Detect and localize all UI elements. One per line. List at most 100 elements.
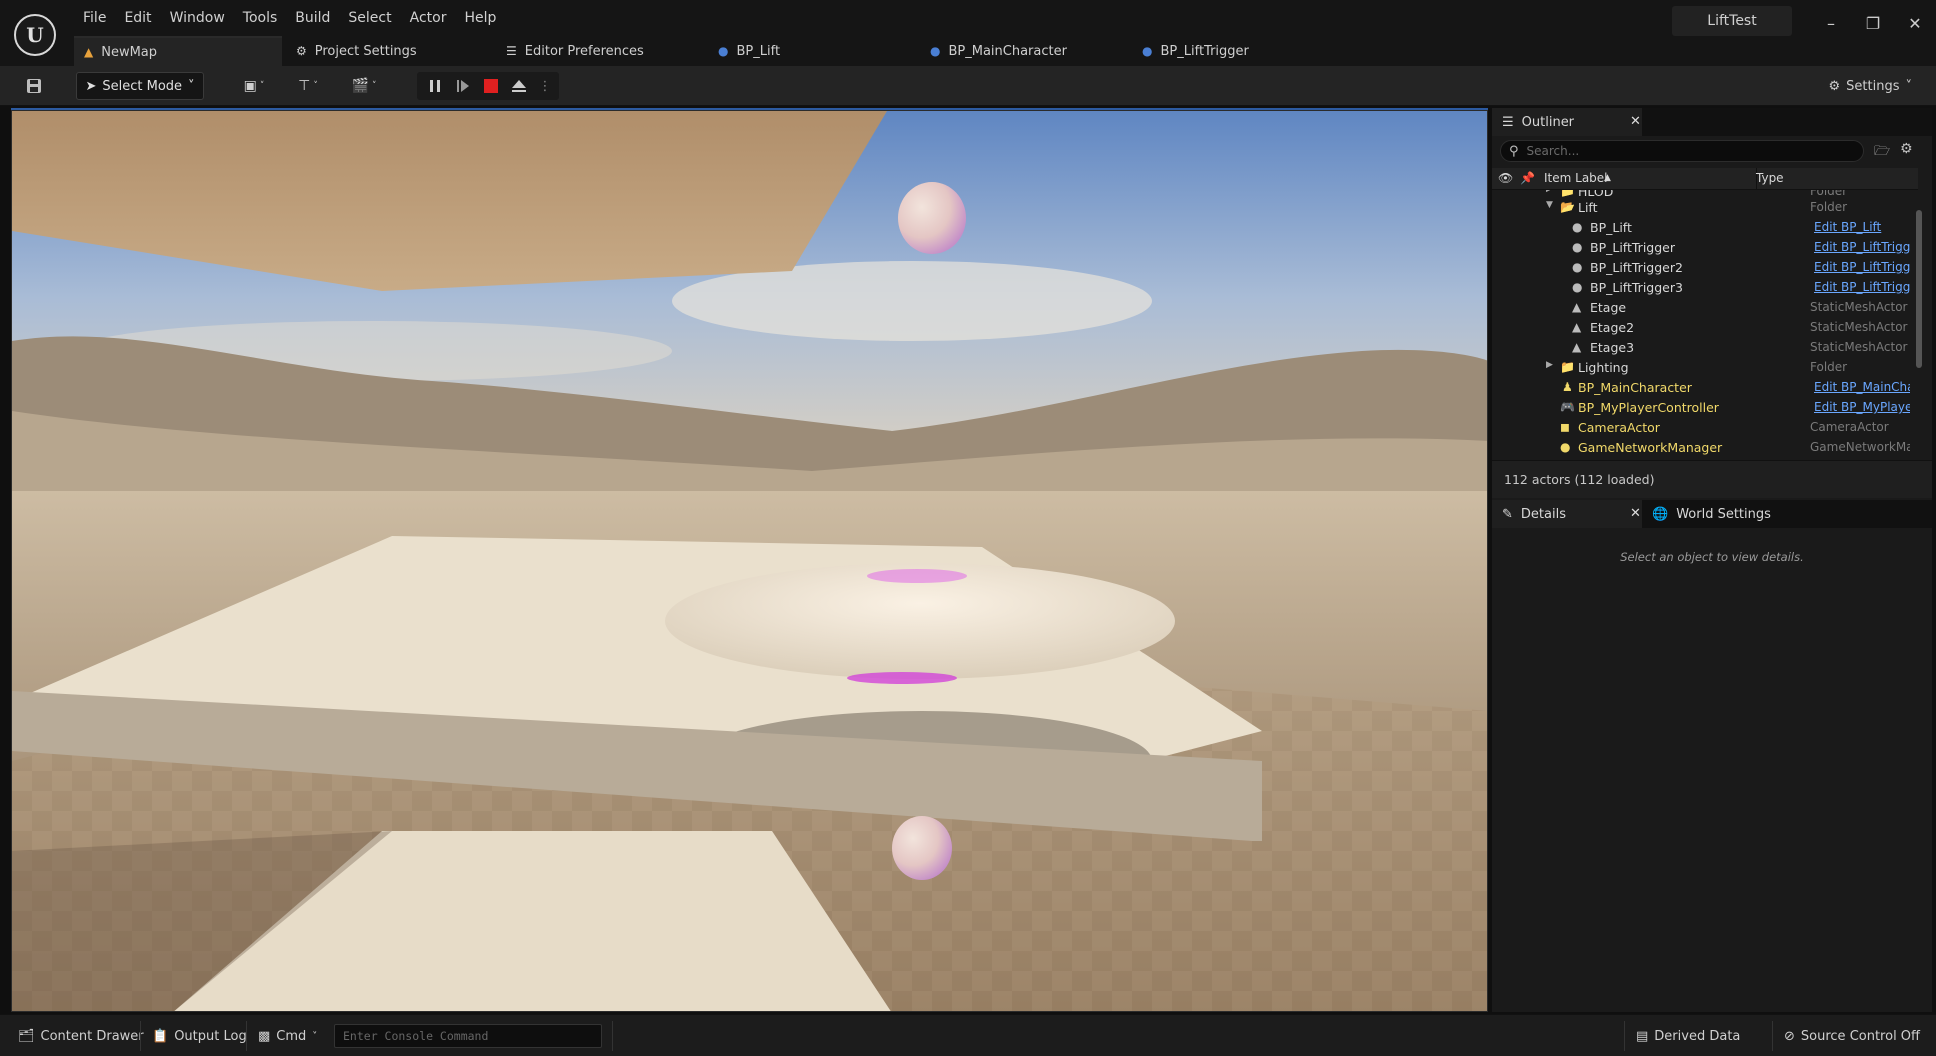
menu-edit[interactable]: Edit: [115, 8, 160, 28]
outliner-row[interactable]: ● BP_LiftTrigger3 Edit BP_LiftTrigg: [1492, 278, 1918, 298]
cmd-dropdown[interactable]: ▩ Cmd ˅: [258, 1025, 317, 1047]
outliner-row[interactable]: ● BP_LiftTrigger2 Edit BP_LiftTrigg: [1492, 258, 1918, 278]
derived-data-icon: ▤: [1636, 1028, 1649, 1044]
outliner-row[interactable]: ● BP_LiftTrigger Edit BP_LiftTrigg: [1492, 238, 1918, 258]
outliner-row[interactable]: ◼ CameraActor CameraActor: [1492, 418, 1918, 438]
edit-blueprint-link[interactable]: Edit BP_LiftTrigg: [1814, 280, 1910, 294]
camera-icon: ◼: [1560, 420, 1570, 434]
cursor-icon: ➤: [85, 78, 97, 94]
settings-button[interactable]: ⚙ Settings ˅: [1829, 72, 1912, 100]
eject-icon[interactable]: [509, 76, 529, 96]
outliner-row[interactable]: ▼ 📂 Lift Folder: [1492, 198, 1918, 218]
col-type[interactable]: Type: [1756, 171, 1784, 185]
content-drawer-icon: 🗂: [18, 1028, 35, 1044]
visibility-eye-icon[interactable]: 👁: [1498, 171, 1513, 185]
step-frame-icon[interactable]: [453, 76, 473, 96]
cinematics-icon[interactable]: 🎬 ˅: [344, 72, 384, 100]
viewport-scene: [12, 111, 1487, 1011]
outliner-row[interactable]: ● GameNetworkManager GameNetworkMa: [1492, 438, 1918, 458]
menu-select[interactable]: Select: [339, 8, 400, 28]
outliner-row[interactable]: ▲ Etage2 StaticMeshActor: [1492, 318, 1918, 338]
derived-data-button[interactable]: ▤ Derived Data: [1636, 1025, 1740, 1047]
content-drawer-button[interactable]: 🗂 Content Drawer: [18, 1025, 144, 1047]
collapse-arrow-icon[interactable]: ▼: [1546, 200, 1553, 210]
row-label: Lighting: [1578, 360, 1629, 375]
col-item-label[interactable]: Item Label: [1544, 171, 1608, 185]
add-folder-icon[interactable]: 🗁: [1874, 142, 1890, 164]
pause-icon[interactable]: [425, 76, 445, 96]
content-drawer-label: Content Drawer: [40, 1028, 144, 1044]
stop-icon[interactable]: [481, 76, 501, 96]
edit-blueprint-link[interactable]: Edit BP_LiftTrigg: [1814, 260, 1910, 274]
character-icon: ♟: [1562, 380, 1573, 394]
settings-gear-icon: ⚙: [296, 44, 307, 58]
blueprints-icon[interactable]: ⊤ ˅: [288, 72, 328, 100]
console-command[interactable]: [334, 1024, 602, 1048]
project-name: LiftTest: [1672, 6, 1792, 36]
divider: [1624, 1021, 1625, 1051]
menu-window[interactable]: Window: [161, 8, 234, 28]
close-details-icon[interactable]: ✕: [1630, 506, 1641, 521]
outliner-scrollbar[interactable]: [1916, 210, 1922, 368]
source-control-button[interactable]: ⊘ Source Control Off: [1784, 1025, 1920, 1047]
expand-arrow-icon[interactable]: ▶: [1546, 360, 1553, 370]
output-log-button[interactable]: 📋 Output Log: [152, 1025, 247, 1047]
blueprint-icon: ●: [718, 44, 729, 58]
open-folder-icon: 📂: [1560, 200, 1575, 214]
outliner-row[interactable]: 🎮 BP_MyPlayerController Edit BP_MyPlaye: [1492, 398, 1918, 418]
menu-bar: File Edit Window Tools Build Select Acto…: [74, 8, 505, 28]
outliner-row[interactable]: ♟ BP_MainCharacter Edit BP_MainCha: [1492, 378, 1918, 398]
menu-build[interactable]: Build: [286, 8, 339, 28]
outliner-search[interactable]: ⚲: [1500, 140, 1864, 162]
row-label: BP_LiftTrigger: [1590, 240, 1675, 255]
blueprint-actor-icon: ●: [1572, 240, 1583, 254]
outliner-row[interactable]: ▶ 📁 Lighting Folder: [1492, 358, 1918, 378]
edit-blueprint-link[interactable]: Edit BP_MyPlaye: [1814, 400, 1910, 414]
level-icon: ▲: [84, 45, 94, 59]
edit-blueprint-link[interactable]: Edit BP_MainCha: [1814, 380, 1910, 394]
details-panel: Select an object to view details.: [1492, 528, 1932, 1012]
outliner-settings-gear-icon[interactable]: ⚙: [1900, 141, 1913, 157]
tab-world-settings[interactable]: 🌐 World Settings: [1642, 500, 1802, 528]
expand-arrow-icon[interactable]: ▶: [1546, 190, 1553, 194]
menu-actor[interactable]: Actor: [401, 8, 456, 28]
select-mode-dropdown[interactable]: ➤ Select Mode ˅: [76, 72, 204, 100]
status-bar: 🗂 Content Drawer 📋 Output Log ▩ Cmd ˅ ▤ …: [0, 1014, 1936, 1056]
details-label: Details: [1520, 506, 1566, 522]
tab-details[interactable]: ✎ Details: [1492, 500, 1642, 528]
edit-blueprint-link[interactable]: Edit BP_LiftTrigg: [1814, 240, 1910, 254]
pencil-icon: ✎: [1502, 506, 1513, 522]
tab-bp-lift[interactable]: ● BP_Lift: [708, 36, 908, 66]
row-label: Etage3: [1590, 340, 1635, 355]
tab-bp-maincharacter[interactable]: ● BP_MainCharacter: [920, 36, 1120, 66]
console-input[interactable]: [335, 1025, 601, 1047]
pin-icon[interactable]: 📌: [1520, 171, 1535, 185]
add-actor-icon[interactable]: ▣ ˅: [234, 72, 274, 100]
tab-newmap[interactable]: ▲ NewMap: [74, 36, 282, 66]
static-mesh-icon: ▲: [1572, 320, 1582, 334]
menu-file[interactable]: File: [74, 8, 115, 28]
outliner-label: Outliner: [1521, 114, 1575, 130]
save-icon[interactable]: [20, 72, 48, 100]
more-options-icon[interactable]: ⋮: [535, 76, 555, 96]
globe-icon: 🌐: [1652, 506, 1669, 522]
menu-tools[interactable]: Tools: [234, 8, 287, 28]
close-outliner-icon[interactable]: ✕: [1630, 114, 1641, 129]
menu-help[interactable]: Help: [455, 8, 505, 28]
tab-outliner[interactable]: ☰ Outliner: [1492, 108, 1642, 136]
outliner-search-input[interactable]: [1526, 144, 1847, 158]
outliner-row[interactable]: ▲ Etage StaticMeshActor: [1492, 298, 1918, 318]
source-control-off-icon: ⊘: [1784, 1028, 1795, 1044]
edit-blueprint-link[interactable]: Edit BP_Lift: [1814, 220, 1910, 234]
divider: [1772, 1021, 1773, 1051]
level-viewport[interactable]: [11, 110, 1488, 1012]
outliner-row[interactable]: ▲ Etage3 StaticMeshActor: [1492, 338, 1918, 358]
tab-bp-lifttrigger[interactable]: ● BP_LiftTrigger: [1132, 36, 1332, 66]
unreal-logo[interactable]: U: [14, 14, 56, 56]
divider: [612, 1021, 613, 1051]
outliner-row[interactable]: ● BP_Lift Edit BP_Lift: [1492, 218, 1918, 238]
tab-project-settings[interactable]: ⚙ Project Settings: [286, 36, 486, 66]
tab-bp-lifttrigger-label: BP_LiftTrigger: [1160, 43, 1249, 59]
tab-bp-lift-label: BP_Lift: [736, 43, 781, 59]
tab-editor-preferences[interactable]: ☰ Editor Preferences: [496, 36, 696, 66]
